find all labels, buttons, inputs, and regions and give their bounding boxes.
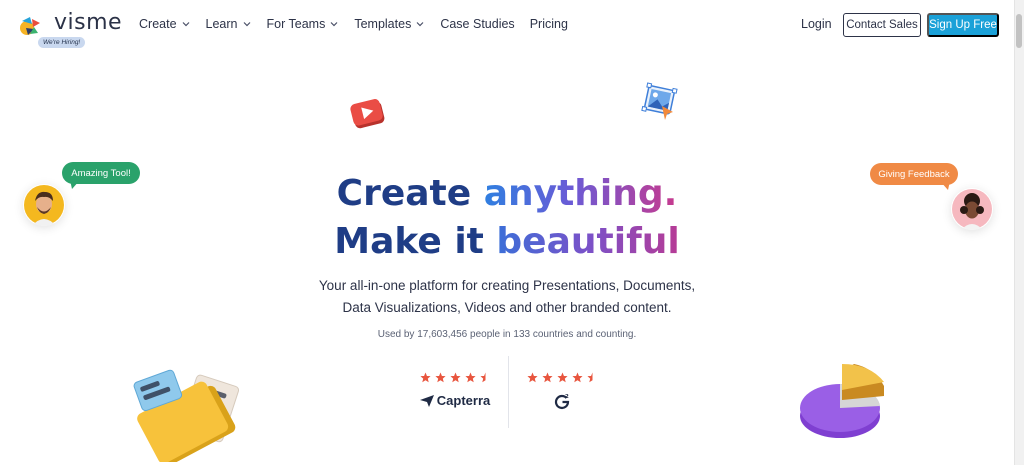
star-icon <box>571 372 583 383</box>
capterra-brand: Capterra <box>415 393 495 408</box>
g2-rating[interactable]: 2 <box>522 372 602 411</box>
star-icon <box>556 372 568 383</box>
nav-item-label: Create <box>139 17 177 31</box>
capterra-label: Capterra <box>436 393 491 408</box>
star-icon <box>541 372 553 383</box>
nav-item-create[interactable]: Create <box>139 17 191 31</box>
visme-logo[interactable]: visme We're Hiring! <box>18 10 128 50</box>
video-play-icon <box>350 99 385 129</box>
nav-item-label: Pricing <box>529 17 568 31</box>
nav-item-learn[interactable]: Learn <box>206 17 252 31</box>
pie-chart-icon <box>800 364 884 438</box>
hero-title-part: Create <box>336 173 484 214</box>
hero-title-highlight: anything. <box>483 173 678 214</box>
chevron-down-icon <box>182 22 189 27</box>
g2-superscript: 2 <box>565 394 569 400</box>
star-icon <box>449 372 461 383</box>
g2-brand: 2 <box>522 393 602 411</box>
login-link[interactable]: Login <box>801 17 832 31</box>
hero-subtitle: Your all-in-one platform for creating Pr… <box>0 275 1014 319</box>
half-star-icon <box>479 372 485 383</box>
half-star-icon <box>586 372 592 383</box>
star-icon <box>526 372 538 383</box>
folder-documents-icon <box>133 369 240 462</box>
nav-item-templates[interactable]: Templates <box>354 17 425 31</box>
visme-logo-icon <box>20 17 40 35</box>
chevron-down-icon <box>330 22 338 27</box>
usage-stats: Used by 17,603,456 people in 133 countri… <box>377 329 637 340</box>
subtitle-line: Data Visualizations, Videos and other br… <box>342 300 672 315</box>
contact-sales-button[interactable]: Contact Sales <box>843 13 921 37</box>
nav-item-for-teams[interactable]: For Teams <box>267 17 340 31</box>
star-rating <box>522 372 602 383</box>
image-edit-icon <box>641 82 678 120</box>
star-icon <box>434 372 446 383</box>
nav-item-label: Templates <box>354 17 412 31</box>
scrollbar-thumb[interactable] <box>1016 14 1022 48</box>
main-nav: Create Learn For Teams Templates Case St… <box>139 17 583 31</box>
g2-logo-icon: 2 <box>554 394 570 410</box>
capterra-rating[interactable]: Capterra <box>415 372 495 408</box>
sign-up-button[interactable]: Sign Up Free <box>927 13 999 37</box>
chevron-down-icon <box>416 22 424 27</box>
nav-item-label: Case Studies <box>440 17 515 31</box>
nav-item-case-studies[interactable]: Case Studies <box>440 17 514 31</box>
nav-item-label: For Teams <box>266 17 326 31</box>
rating-divider <box>508 356 509 428</box>
star-rating <box>415 372 495 383</box>
subtitle-line: Your all-in-one platform for creating Pr… <box>318 278 696 293</box>
hero-title-highlight: beautiful <box>496 221 680 262</box>
star-icon <box>419 372 431 383</box>
star-icon <box>464 372 476 383</box>
hero-title-line-1: Create anything. <box>0 176 1014 212</box>
capterra-logo-icon <box>419 394 434 407</box>
brand-name: visme <box>54 10 123 35</box>
hero-title-line-2: Make it beautiful <box>0 224 1014 260</box>
hiring-badge[interactable]: We're Hiring! <box>38 37 86 48</box>
page-scrollbar[interactable] <box>1014 0 1024 465</box>
hero-title-part: Make it <box>334 221 497 262</box>
chevron-down-icon <box>243 22 250 27</box>
nav-item-label: Learn <box>205 17 238 31</box>
top-navbar: visme We're Hiring! Create Learn For Tea… <box>0 0 1024 50</box>
nav-item-pricing[interactable]: Pricing <box>530 17 568 31</box>
